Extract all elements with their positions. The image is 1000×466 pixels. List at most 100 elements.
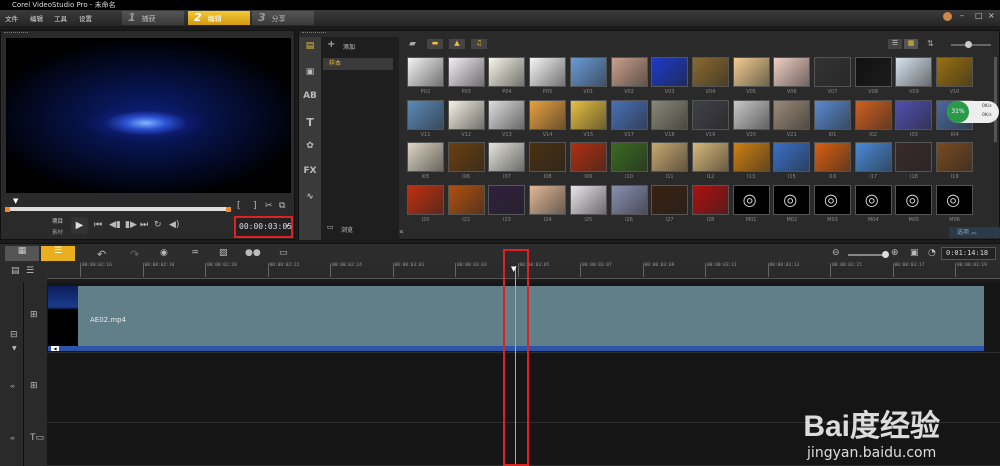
media-thumbnail[interactable] — [407, 57, 444, 87]
motion-tracking-icon[interactable]: ●● — [245, 248, 261, 258]
media-thumbnail[interactable] — [488, 142, 526, 172]
media-thumbnail[interactable] — [447, 99, 485, 130]
media-thumbnail[interactable] — [895, 142, 933, 172]
mark-in-button[interactable]: [ — [237, 201, 241, 211]
media-thumbnail[interactable] — [569, 99, 607, 130]
sort-icon[interactable]: ⇅ — [927, 39, 934, 48]
fx-icon[interactable]: FX — [302, 166, 318, 176]
tab-edit[interactable]: 2 编辑 — [188, 11, 250, 25]
media-thumbnail[interactable] — [447, 184, 485, 215]
media-thumbnail[interactable] — [732, 57, 770, 87]
transition-icon[interactable]: AB — [302, 91, 318, 101]
show-audio-icon[interactable]: ♫ — [471, 39, 487, 49]
trim-start-handle[interactable] — [5, 207, 10, 212]
volume-icon[interactable]: ◀) — [169, 220, 179, 230]
media-thumbnail[interactable] — [569, 142, 607, 172]
zoom-in-icon[interactable]: ⊕ — [891, 248, 899, 258]
browse-button[interactable]: 浏览 — [341, 225, 353, 234]
media-thumbnail[interactable] — [488, 57, 526, 87]
enlarge-icon[interactable]: ⧉ — [279, 201, 285, 211]
panel-grip[interactable] — [4, 32, 28, 34]
scrub-bar[interactable] — [9, 207, 229, 211]
media-thumbnail[interactable] — [529, 142, 567, 172]
media-thumbnail[interactable] — [610, 142, 648, 172]
media-thumbnail[interactable] — [651, 184, 689, 215]
collapse-library-icon[interactable]: « — [399, 227, 404, 236]
mode-project[interactable]: 项目 — [52, 217, 63, 225]
media-thumbnail[interactable] — [773, 99, 811, 130]
show-videos-icon[interactable]: ▬ — [427, 39, 443, 49]
media-thumbnail[interactable] — [691, 99, 729, 130]
folder-icon[interactable]: ▰ — [409, 39, 416, 49]
media-thumbnail[interactable]: ◎ — [854, 184, 892, 215]
media-thumbnail[interactable] — [447, 57, 485, 87]
title-icon[interactable]: T — [302, 116, 318, 129]
media-thumbnail[interactable] — [936, 142, 974, 172]
media-thumbnail[interactable] — [610, 184, 648, 215]
minimize-icon[interactable]: – — [960, 11, 964, 20]
media-thumbnail[interactable] — [895, 57, 933, 87]
mode-clip[interactable]: 素材 — [52, 228, 63, 236]
list-icon[interactable]: ☰ — [26, 266, 34, 276]
media-thumbnail[interactable]: ◎ — [814, 184, 851, 215]
media-thumbnail[interactable] — [407, 99, 444, 130]
add-icon[interactable]: + — [327, 39, 335, 50]
media-thumbnail[interactable] — [895, 99, 933, 130]
go-start-icon[interactable]: ⏮ — [94, 220, 102, 230]
media-thumbnail[interactable] — [651, 142, 689, 172]
record-capture-icon[interactable]: ◉ — [160, 248, 168, 258]
media-thumbnail[interactable] — [936, 57, 974, 87]
media-thumbnail[interactable]: ◎ — [732, 184, 770, 215]
timeline-view-button[interactable]: ☰ — [41, 246, 75, 261]
media-thumbnail[interactable] — [732, 142, 770, 172]
track-manager-icon[interactable]: ▤ — [11, 266, 20, 276]
media-thumbnail[interactable] — [488, 184, 526, 215]
media-thumbnail[interactable] — [854, 99, 892, 130]
menu-settings[interactable]: 设置 — [79, 13, 92, 23]
media-thumbnail[interactable] — [610, 57, 648, 87]
tab-share[interactable]: 3 分享 — [252, 11, 314, 25]
scrub-handle[interactable]: ▼ — [13, 197, 18, 205]
next-frame-icon[interactable]: ▮▶ — [125, 220, 137, 230]
media-thumbnail[interactable] — [854, 57, 892, 87]
ripple-dropdown-icon[interactable]: ▼ — [12, 345, 17, 352]
media-thumbnail[interactable] — [691, 57, 729, 87]
media-category-icon[interactable]: ▤ — [302, 41, 318, 51]
prev-frame-icon[interactable]: ◀▮ — [109, 220, 121, 230]
zoom-out-icon[interactable]: ⊖ — [832, 248, 840, 258]
slider-knob[interactable] — [882, 251, 889, 258]
media-thumbnail[interactable] — [814, 142, 851, 172]
media-thumbnail[interactable] — [691, 142, 729, 172]
tab-capture[interactable]: 1 捕获 — [122, 11, 184, 25]
media-thumbnail[interactable] — [407, 184, 444, 215]
link-icon[interactable]: ∞ — [10, 383, 15, 390]
media-thumbnail[interactable] — [651, 57, 689, 87]
media-thumbnail[interactable] — [488, 99, 526, 130]
media-thumbnail[interactable] — [732, 99, 770, 130]
media-thumbnail[interactable] — [773, 142, 811, 172]
repeat-icon[interactable]: ↻ — [154, 220, 162, 230]
timecode-spinner-icon[interactable]: ⬍ — [285, 218, 289, 236]
undo-icon[interactable]: ↶ — [97, 248, 106, 261]
add-folder-button[interactable]: 添加 — [343, 42, 355, 51]
split-clip-icon[interactable]: ✂ — [265, 201, 273, 211]
help-icon[interactable] — [943, 12, 952, 21]
media-thumbnail[interactable] — [529, 57, 567, 87]
graphic-icon[interactable]: ✿ — [302, 141, 318, 151]
media-thumbnail[interactable] — [814, 99, 851, 130]
video-clip[interactable]: AE02.mp4 — [78, 286, 984, 346]
media-thumbnail[interactable] — [407, 142, 444, 172]
media-thumbnail[interactable] — [814, 57, 851, 87]
instant-project-icon[interactable]: ▣ — [302, 67, 318, 77]
menu-file[interactable]: 文件 — [5, 13, 18, 23]
menu-tools[interactable]: 工具 — [54, 13, 67, 23]
browse-icon[interactable]: ▭ — [327, 223, 334, 231]
media-thumbnail[interactable] — [569, 57, 607, 87]
media-thumbnail[interactable]: ◎ — [895, 184, 933, 215]
menu-edit[interactable]: 编辑 — [30, 13, 43, 23]
media-thumbnail[interactable] — [610, 99, 648, 130]
media-thumbnail[interactable]: ◎ — [773, 184, 811, 215]
media-thumbnail[interactable] — [529, 184, 567, 215]
storyboard-view-button[interactable]: ▦ — [5, 246, 39, 261]
media-thumbnail[interactable] — [773, 57, 811, 87]
